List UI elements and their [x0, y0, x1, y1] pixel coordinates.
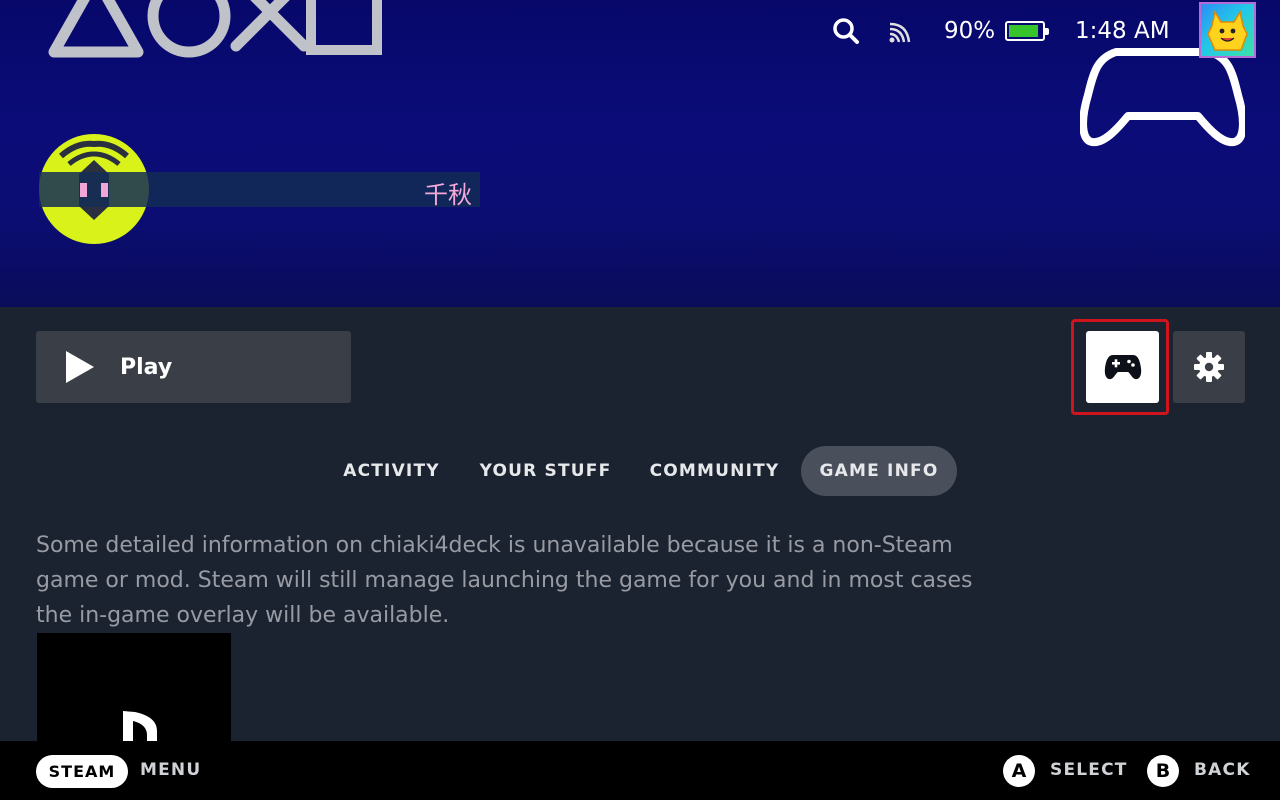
avatar[interactable] — [1199, 2, 1256, 58]
battery-icon — [1005, 21, 1050, 41]
back-hint-label: BACK — [1194, 760, 1251, 780]
game-logo-text: 千秋 — [424, 181, 472, 209]
play-label: Play — [120, 354, 173, 380]
logo-eye-right — [101, 183, 108, 197]
tab-community[interactable]: COMMUNITY — [638, 446, 791, 496]
time-display: 1:48 AM — [1075, 18, 1170, 44]
wifi-icon — [889, 22, 911, 43]
tab-your-stuff-label: YOUR STUFF — [479, 461, 612, 481]
game-page: 千秋 90% 1:48 AM Play ACTIVITY YOUR STUFF … — [0, 0, 1280, 800]
steam-button-label: STEAM — [48, 762, 116, 781]
a-button-glyph: A — [1003, 755, 1035, 787]
game-settings-button[interactable] — [1173, 331, 1245, 403]
play-icon — [66, 351, 94, 383]
game-info-text: Some detailed information on chiaki4deck… — [36, 533, 973, 628]
battery-status: 90% — [944, 14, 1050, 48]
controller-icon — [1104, 355, 1141, 380]
battery-percent: 90% — [944, 18, 996, 44]
search-icon — [833, 18, 859, 44]
wifi-status — [887, 14, 913, 48]
playstation-symbols-art — [48, 0, 382, 58]
steam-button[interactable]: STEAM — [36, 755, 128, 788]
b-button-glyph: B — [1147, 755, 1179, 787]
clock: 1:48 AM — [1075, 14, 1170, 48]
battery-level-fill — [1009, 25, 1038, 37]
tab-community-label: COMMUNITY — [649, 461, 780, 481]
search-button[interactable] — [832, 14, 860, 48]
tab-your-stuff[interactable]: YOUR STUFF — [469, 446, 622, 496]
tab-activity-label: ACTIVITY — [343, 461, 440, 481]
logo-eye-left — [80, 183, 87, 197]
play-button[interactable]: Play — [36, 331, 351, 403]
tab-game-info-label: GAME INFO — [819, 461, 939, 481]
playstation-logo-icon — [123, 711, 157, 743]
tab-game-info[interactable]: GAME INFO — [801, 446, 957, 496]
game-thumbnail — [37, 633, 231, 743]
gear-icon — [1194, 352, 1224, 382]
tab-activity[interactable]: ACTIVITY — [330, 446, 453, 496]
controller-settings-button[interactable] — [1086, 331, 1159, 403]
menu-hint-label: MENU — [140, 760, 202, 780]
select-hint-label: SELECT — [1050, 760, 1128, 780]
